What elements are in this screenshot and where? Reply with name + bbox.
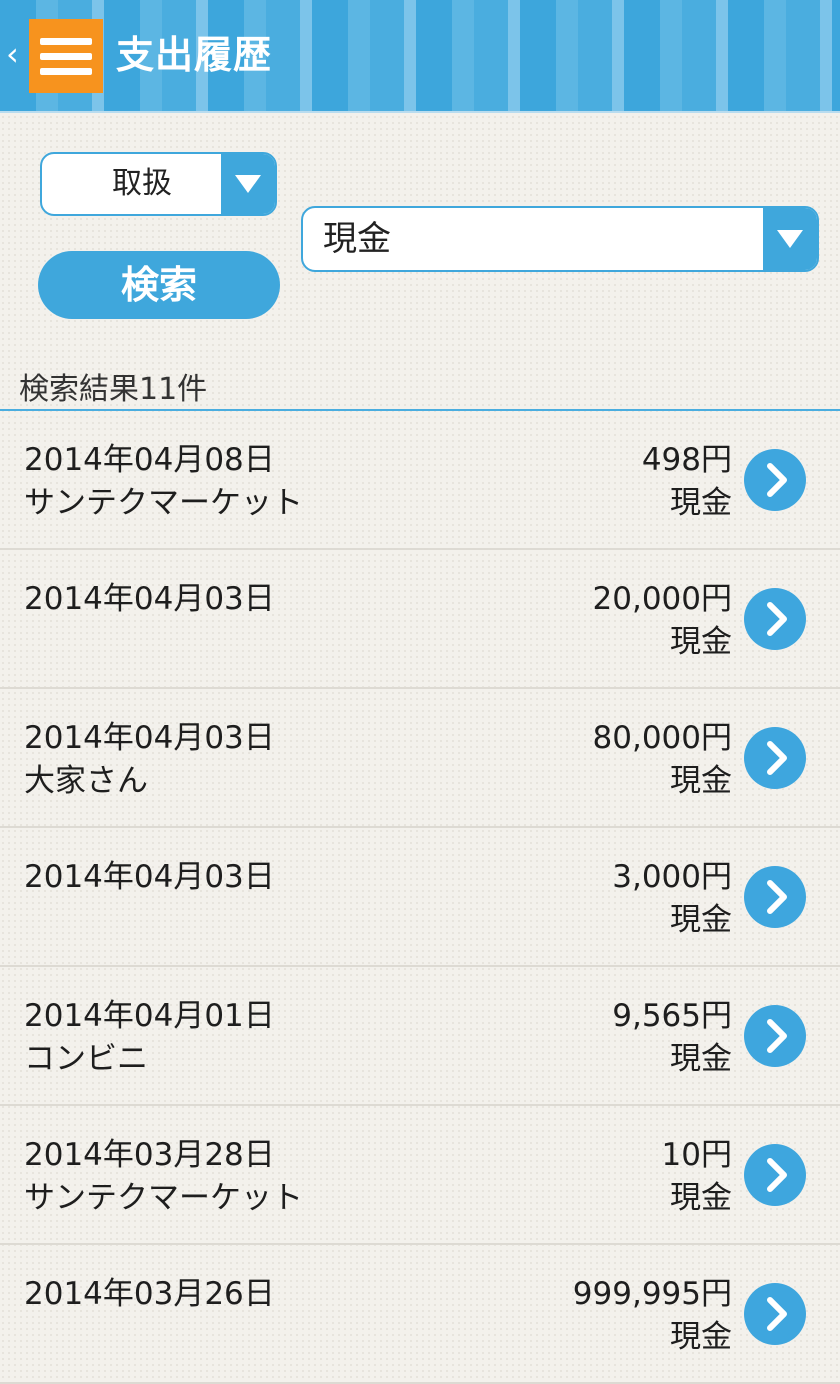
item-amount: 498円	[641, 442, 732, 478]
item-amount: 20,000円	[592, 581, 732, 617]
search-button[interactable]: 検索	[38, 251, 280, 319]
chevron-right-circle-icon[interactable]	[744, 1283, 806, 1345]
item-payment-method: 現金	[670, 1041, 732, 1077]
type-select[interactable]: 取扱	[40, 152, 277, 216]
list-item[interactable]: 2014年04月08日 サンテクマーケット 498円 現金	[0, 411, 840, 550]
item-payment-method: 現金	[670, 485, 732, 521]
back-chevron-icon[interactable]: ‹	[6, 34, 19, 74]
list-item[interactable]: 2014年04月03日 3,000円 現金	[0, 828, 840, 967]
item-payment-method: 現金	[670, 1319, 732, 1355]
chevron-right-circle-icon[interactable]	[744, 1005, 806, 1067]
result-count-label: 検索結果11件	[19, 372, 208, 407]
dropdown-triangle-icon	[221, 154, 275, 214]
payment-method-select-value: 現金	[323, 219, 391, 259]
item-date: 2014年04月01日	[24, 998, 275, 1034]
menu-bar	[40, 38, 92, 45]
item-amount: 3,000円	[612, 859, 732, 895]
chevron-right-circle-icon[interactable]	[744, 588, 806, 650]
list-item[interactable]: 2014年03月28日 サンテクマーケット 10円 現金	[0, 1106, 840, 1245]
item-payment-method: 現金	[670, 624, 732, 660]
item-date: 2014年04月03日	[24, 859, 275, 895]
menu-bar	[40, 53, 92, 60]
menu-bar	[40, 68, 92, 75]
list-item[interactable]: 2014年04月01日 コンビニ 9,565円 現金	[0, 967, 840, 1106]
item-date: 2014年04月08日	[24, 442, 275, 478]
chevron-right-circle-icon[interactable]	[744, 449, 806, 511]
payment-method-select[interactable]: 現金	[301, 206, 819, 272]
list-item[interactable]: 2014年04月03日 大家さん 80,000円 現金	[0, 689, 840, 828]
chevron-right-circle-icon[interactable]	[744, 866, 806, 928]
item-amount: 9,565円	[612, 998, 732, 1034]
type-select-value: 取扱	[112, 166, 172, 201]
chevron-right-circle-icon[interactable]	[744, 1144, 806, 1206]
list-item[interactable]: 2014年03月26日 999,995円 現金	[0, 1245, 840, 1384]
expense-list: 2014年04月08日 サンテクマーケット 498円 現金 2014年04月03…	[0, 411, 840, 1384]
item-shop: サンテクマーケット	[24, 485, 303, 521]
item-payment-method: 現金	[670, 763, 732, 799]
dropdown-triangle-icon	[763, 208, 817, 270]
item-shop: 大家さん	[24, 763, 148, 799]
item-date: 2014年04月03日	[24, 720, 275, 756]
item-date: 2014年03月28日	[24, 1137, 275, 1173]
item-payment-method: 現金	[670, 1180, 732, 1216]
item-shop: サンテクマーケット	[24, 1180, 303, 1216]
hamburger-menu-icon[interactable]	[29, 19, 103, 93]
chevron-right-circle-icon[interactable]	[744, 727, 806, 789]
page-title: 支出履歴	[116, 33, 273, 77]
list-item[interactable]: 2014年04月03日 20,000円 現金	[0, 550, 840, 689]
item-date: 2014年03月26日	[24, 1276, 275, 1312]
item-payment-method: 現金	[670, 902, 732, 938]
item-amount: 80,000円	[592, 720, 732, 756]
app-header: ‹ 支出履歴	[0, 0, 840, 113]
item-amount: 10円	[661, 1137, 732, 1173]
item-shop: コンビニ	[24, 1041, 148, 1077]
item-date: 2014年04月03日	[24, 581, 275, 617]
item-amount: 999,995円	[572, 1276, 732, 1312]
